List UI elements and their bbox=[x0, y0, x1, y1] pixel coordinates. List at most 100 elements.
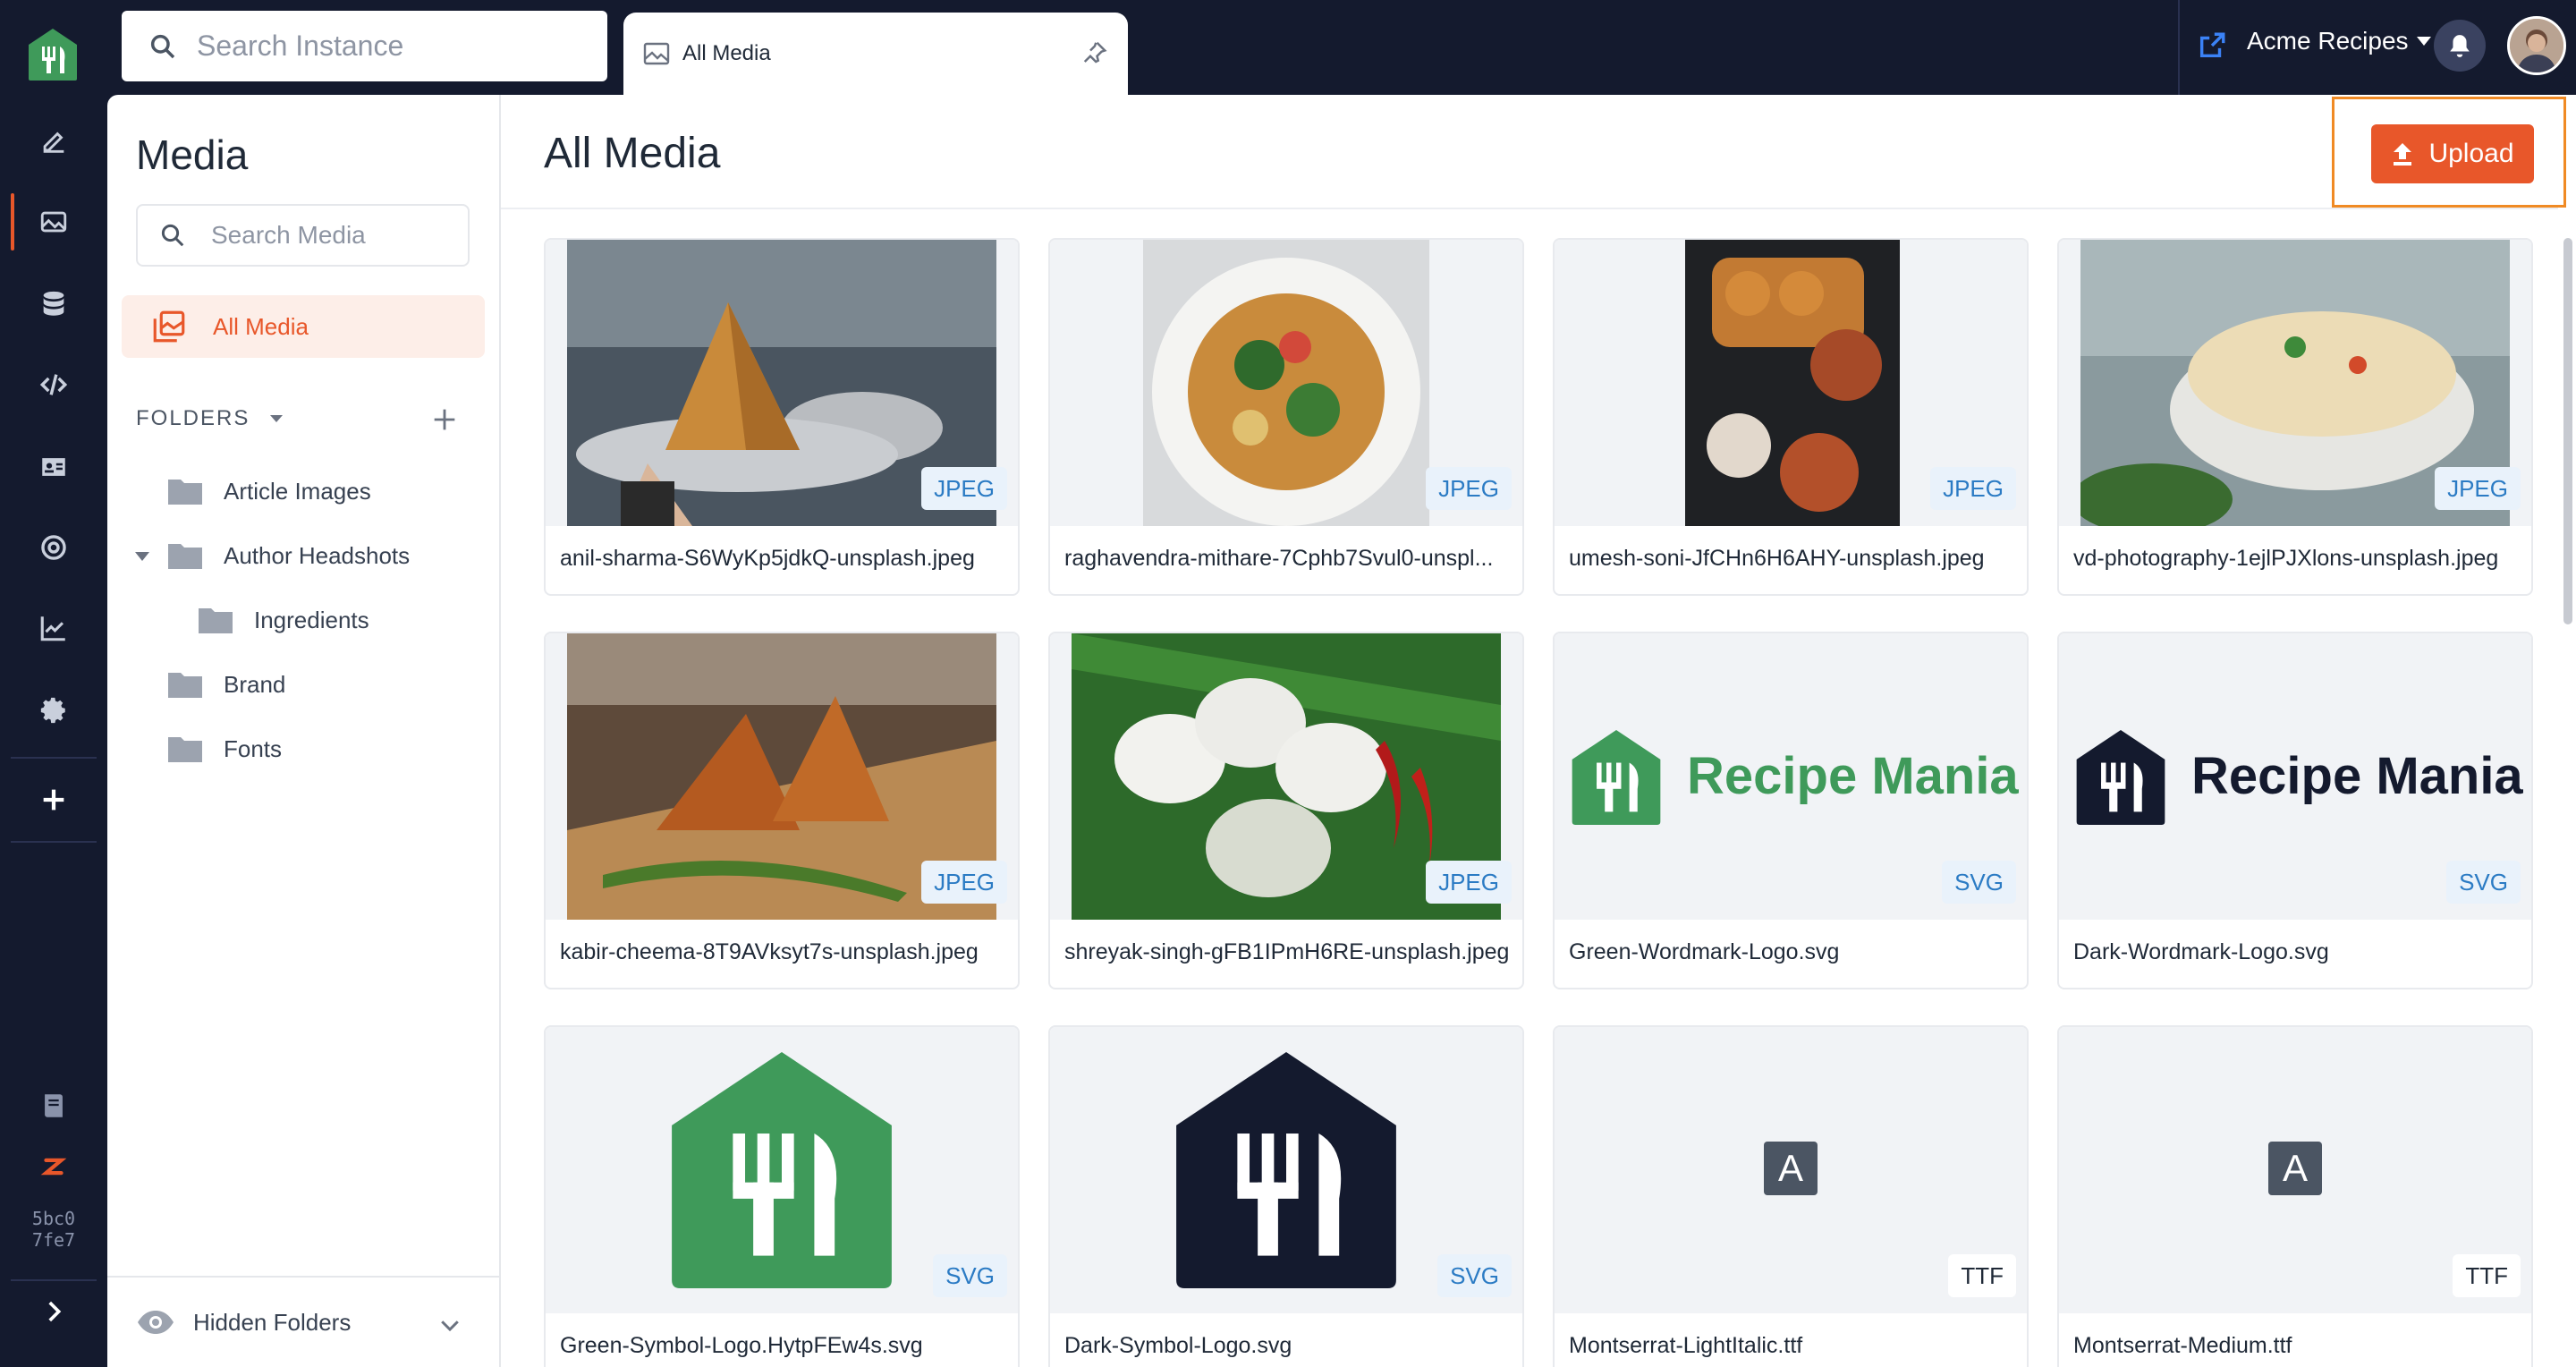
header-divider bbox=[501, 208, 2558, 209]
folder-author-headshots[interactable]: Author Headshots bbox=[166, 540, 410, 571]
scrollbar[interactable] bbox=[2563, 238, 2572, 624]
rail-add-button[interactable] bbox=[27, 773, 80, 827]
folders-label: FOLDERS bbox=[136, 406, 250, 430]
chevron-down-icon bbox=[441, 1320, 459, 1332]
user-avatar[interactable] bbox=[2507, 16, 2566, 75]
folder-fonts[interactable]: Fonts bbox=[166, 734, 282, 764]
gear-icon bbox=[40, 697, 65, 724]
rail-divider bbox=[11, 757, 97, 759]
pin-icon[interactable] bbox=[1081, 39, 1108, 66]
plus-icon bbox=[43, 789, 64, 811]
folder-icon bbox=[168, 673, 202, 698]
file-name: Dark-Wordmark-Logo.svg bbox=[2073, 939, 2329, 964]
instance-search-input[interactable] bbox=[197, 30, 572, 63]
media-sidebar: Media All Media FOLDERS Article Images A… bbox=[107, 95, 501, 1367]
file-type-badge: TTF bbox=[2453, 1254, 2521, 1297]
media-card[interactable]: JPEG anil-sharma-S6WyKp5jdkQ-unsplash.jp… bbox=[544, 238, 1020, 596]
rail-developer-button[interactable] bbox=[27, 358, 80, 412]
media-search-input[interactable] bbox=[211, 221, 453, 250]
rail-analytics-button[interactable] bbox=[27, 601, 80, 655]
media-thumbnail: JPEG bbox=[1050, 240, 1522, 526]
file-name: anil-sharma-S6WyKp5jdkQ-unsplash.jpeg bbox=[560, 546, 975, 571]
sidebar-item-all-media[interactable]: All Media bbox=[122, 295, 485, 358]
pav-bhaji-photo bbox=[1685, 240, 1900, 526]
folder-article-images[interactable]: Article Images bbox=[166, 476, 371, 506]
upload-button[interactable]: Upload bbox=[2371, 124, 2534, 183]
caret-down-icon bbox=[2416, 37, 2431, 46]
rail-brand-button[interactable] bbox=[27, 1140, 80, 1193]
media-card[interactable]: A TTF Montserrat-Medium.ttf bbox=[2057, 1025, 2533, 1367]
bell-icon bbox=[2450, 35, 2470, 57]
file-name: Green-Symbol-Logo.HytpFEw4s.svg bbox=[560, 1333, 923, 1358]
file-type-badge: SVG bbox=[1437, 1254, 1512, 1297]
build-hash: 5bc0 7fe7 bbox=[25, 1208, 82, 1251]
code-icon bbox=[39, 374, 68, 395]
notifications-button[interactable] bbox=[2434, 20, 2486, 72]
collapse-caret-icon[interactable] bbox=[134, 551, 150, 562]
rail-settings-button[interactable] bbox=[27, 684, 80, 737]
rail-insights-button[interactable] bbox=[27, 521, 80, 574]
file-name: shreyak-singh-gFB1IPmH6RE-unsplash.jpeg bbox=[1064, 939, 1510, 964]
rail-media-button[interactable] bbox=[27, 195, 80, 249]
instance-search[interactable] bbox=[122, 11, 607, 81]
media-card[interactable]: Recipe Mania SVG Dark-Wordmark-Logo.svg bbox=[2057, 632, 2533, 989]
media-thumbnail: Recipe Mania SVG bbox=[1555, 633, 2027, 920]
media-thumbnail: JPEG bbox=[546, 633, 1018, 920]
upload-icon bbox=[2394, 143, 2412, 166]
rail-docs-button[interactable] bbox=[27, 1079, 80, 1133]
main-content: All Media Upload JPEG anil-sharma-S6WyKp… bbox=[501, 95, 2576, 1367]
tab-label: All Media bbox=[682, 41, 771, 65]
file-type-badge: JPEG bbox=[1426, 861, 1512, 904]
media-thumbnail: SVG bbox=[1050, 1027, 1522, 1313]
media-card[interactable]: JPEG raghavendra-mithare-7Cphb7Svul0-uns… bbox=[1048, 238, 1524, 596]
book-icon bbox=[45, 1094, 63, 1117]
rail-expand-button[interactable] bbox=[27, 1285, 80, 1338]
file-name: vd-photography-1ejlPJXlons-unsplash.jpeg bbox=[2073, 546, 2499, 571]
rail-divider bbox=[11, 841, 97, 843]
folder-brand[interactable]: Brand bbox=[166, 669, 285, 700]
media-card[interactable]: Recipe Mania SVG Green-Wordmark-Logo.svg bbox=[1553, 632, 2029, 989]
target-icon bbox=[41, 535, 66, 560]
build-hash-line: 5bc0 bbox=[31, 1208, 76, 1229]
media-card[interactable]: SVG Dark-Symbol-Logo.svg bbox=[1048, 1025, 1524, 1367]
tab-all-media[interactable]: All Media bbox=[623, 13, 1128, 95]
media-card[interactable]: JPEG kabir-cheema-8T9AVksyt7s-unsplash.j… bbox=[544, 632, 1020, 989]
hidden-folders-toggle[interactable]: Hidden Folders bbox=[107, 1276, 499, 1367]
file-type-badge: JPEG bbox=[921, 467, 1007, 510]
file-type-badge: TTF bbox=[1948, 1254, 2016, 1297]
media-thumbnail: JPEG bbox=[1050, 633, 1522, 920]
rail-divider bbox=[11, 1279, 97, 1281]
folder-icon bbox=[168, 737, 202, 762]
media-card[interactable]: A TTF Montserrat-LightItalic.ttf bbox=[1553, 1025, 2029, 1367]
media-search[interactable] bbox=[136, 204, 470, 267]
wordmark-symbol-icon bbox=[1572, 730, 1661, 825]
media-card[interactable]: SVG Green-Symbol-Logo.HytpFEw4s.svg bbox=[544, 1025, 1020, 1367]
file-name: Montserrat-LightItalic.ttf bbox=[1569, 1333, 1803, 1358]
media-card[interactable]: JPEG umesh-soni-JfCHn6H6AHY-unsplash.jpe… bbox=[1553, 238, 2029, 596]
green-symbol-logo bbox=[672, 1052, 892, 1288]
rail-users-button[interactable] bbox=[27, 440, 80, 494]
wordmark-text: Recipe Mania bbox=[2191, 747, 2523, 805]
file-type-badge: SVG bbox=[933, 1254, 1007, 1297]
rail-data-button[interactable] bbox=[27, 277, 80, 331]
folders-header[interactable]: FOLDERS bbox=[136, 406, 476, 431]
search-icon bbox=[161, 224, 184, 247]
folder-icon bbox=[168, 544, 202, 569]
left-rail: 5bc0 7fe7 bbox=[0, 0, 107, 1367]
rail-content-button[interactable] bbox=[27, 115, 80, 168]
media-card[interactable]: JPEG shreyak-singh-gFB1IPmH6RE-unsplash.… bbox=[1048, 632, 1524, 989]
folder-label: Ingredients bbox=[254, 606, 369, 633]
account-switcher[interactable]: Acme Recipes bbox=[2247, 27, 2432, 55]
external-link-icon[interactable] bbox=[2197, 30, 2227, 61]
folder-label: Article Images bbox=[224, 477, 371, 505]
media-card[interactable]: JPEG vd-photography-1ejlPJXlons-unsplash… bbox=[2057, 238, 2533, 596]
folder-ingredients[interactable]: Ingredients bbox=[197, 605, 369, 635]
file-name: raghavendra-mithare-7Cphb7Svul0-unspl... bbox=[1064, 546, 1494, 571]
font-file-icon: A bbox=[2268, 1142, 2322, 1195]
file-type-badge: JPEG bbox=[1426, 467, 1512, 510]
chaat-photo bbox=[1143, 240, 1429, 526]
app-logo-icon[interactable] bbox=[27, 27, 79, 82]
file-name: Dark-Symbol-Logo.svg bbox=[1064, 1333, 1292, 1358]
add-folder-icon[interactable] bbox=[429, 404, 460, 435]
file-type-badge: SVG bbox=[2446, 861, 2521, 904]
